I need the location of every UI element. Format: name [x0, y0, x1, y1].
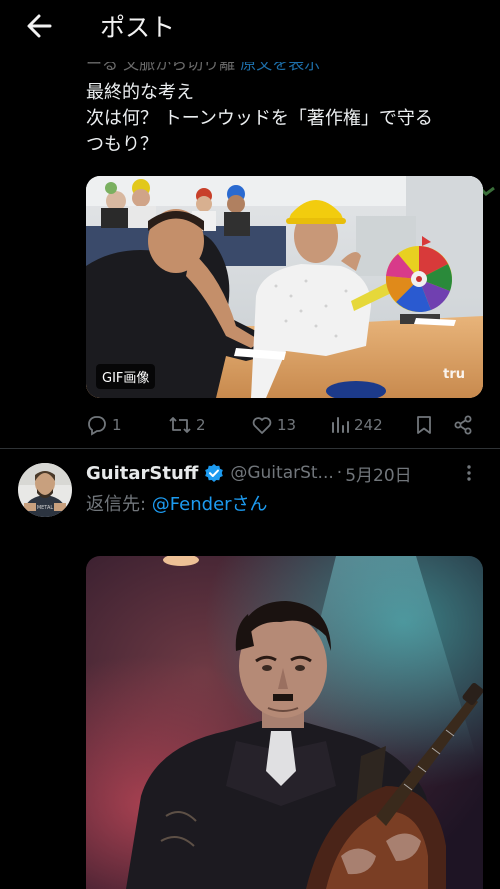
reply-prefix: 返信先:: [86, 494, 152, 515]
tweet-text-line: つもり？: [86, 134, 158, 155]
channel-watermark: tru: [443, 367, 465, 382]
more-icon: [467, 465, 471, 481]
tweet-text: 最終的な考え 次は何？ トーンウッドを「著作権」で守る つもり？: [86, 80, 486, 158]
share-icon: [454, 415, 472, 435]
tweet-text-line: 最終的な考え: [86, 82, 194, 103]
top-bar: ポスト: [0, 0, 500, 62]
bookmark-button[interactable]: [415, 412, 433, 438]
views-button[interactable]: 242: [330, 412, 383, 438]
reply-button[interactable]: 1: [86, 412, 122, 438]
avatar-image: METAL: [18, 463, 72, 517]
views-count: 242: [354, 416, 383, 434]
tweet-text-line: 次は何？ トーンウッドを「著作権」で守る: [86, 108, 433, 129]
photo-media[interactable]: [86, 556, 483, 889]
views-icon: [332, 417, 349, 433]
svg-text:METAL: METAL: [37, 505, 54, 511]
back-button[interactable]: [22, 10, 58, 42]
more-button[interactable]: [464, 460, 474, 486]
like-icon: [252, 417, 272, 434]
back-arrow-icon: [27, 14, 52, 38]
avatar[interactable]: METAL: [18, 463, 72, 517]
author-name[interactable]: GuitarStuff: [86, 463, 198, 484]
page-title: ポスト: [100, 13, 176, 42]
tweet-divider: [0, 448, 500, 449]
reply-icon: [88, 416, 106, 436]
reply-context: 返信先: @Fenderさん: [86, 490, 268, 516]
tweet-action-bar: 1 2 13 242: [86, 412, 486, 438]
repost-button[interactable]: 2: [168, 412, 206, 438]
guitarist-photo: [86, 556, 483, 889]
tweet-header: GuitarStuff @GuitarSt... · 5月20日: [86, 460, 486, 486]
gif-badge: GIF画像: [96, 364, 156, 389]
gif-media[interactable]: GIF画像 tru: [86, 176, 483, 398]
verified-badge-icon: [204, 463, 224, 483]
bookmark-icon: [417, 416, 431, 434]
post-date[interactable]: 5月20日: [345, 461, 411, 486]
reply-count: 1: [112, 416, 122, 434]
like-button[interactable]: 13: [251, 412, 296, 438]
author-handle[interactable]: @GuitarSt...: [230, 463, 333, 483]
share-button[interactable]: [453, 412, 473, 438]
reply-mention-link[interactable]: @Fenderさん: [152, 494, 268, 515]
meta-separator: ·: [336, 463, 343, 483]
like-count: 13: [277, 416, 297, 434]
repost-count: 2: [196, 416, 206, 434]
repost-icon: [169, 417, 191, 433]
